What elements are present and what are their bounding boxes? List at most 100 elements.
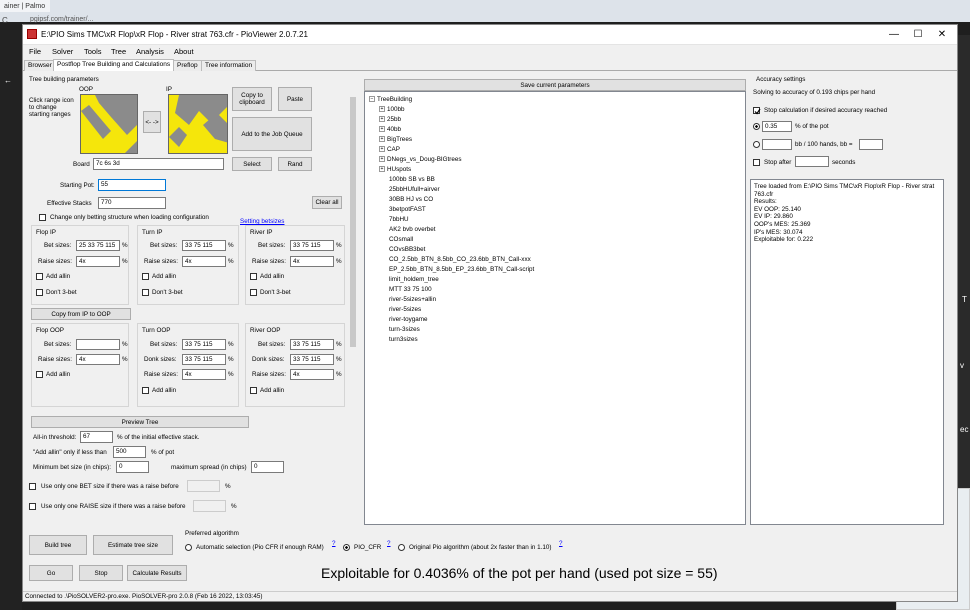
go-button[interactable]: Go <box>29 565 73 581</box>
menu-analysis[interactable]: Analysis <box>136 47 164 56</box>
tree-item[interactable]: 100bb SB vs BB <box>389 176 435 183</box>
stop-calc-checkbox[interactable] <box>753 107 761 115</box>
add-allin-checkbox[interactable] <box>250 387 257 394</box>
build-tree-button[interactable]: Build tree <box>29 535 87 555</box>
turn-oop-bet-input[interactable]: 33 75 115 <box>182 339 226 350</box>
bb-radio[interactable] <box>753 141 760 148</box>
turn-oop-raise-input[interactable]: 4x <box>182 369 226 380</box>
reload-icon[interactable]: C <box>2 16 8 25</box>
back-arrow-icon[interactable]: ← <box>4 76 12 85</box>
rand-board-button[interactable]: Rand <box>278 157 312 171</box>
browser-tab[interactable]: ainer | Palmo <box>0 0 50 12</box>
clear-all-button[interactable]: Clear all <box>312 196 342 209</box>
tree-item[interactable]: 25bbHUfull+airver <box>389 186 440 193</box>
one-raise-input[interactable] <box>193 500 226 512</box>
tree-item[interactable]: COsmall <box>389 236 413 243</box>
save-parameters-button[interactable]: Save current parameters <box>364 79 746 91</box>
oop-range-icon[interactable] <box>80 94 138 154</box>
add-allin-checkbox[interactable] <box>36 371 43 378</box>
tab-tree-information[interactable]: Tree information <box>201 60 257 71</box>
river-oop-bet-input[interactable]: 33 75 115 <box>290 339 334 350</box>
add-allin-checkbox[interactable] <box>250 273 257 280</box>
flop-oop-bet-input[interactable] <box>76 339 120 350</box>
one-raise-checkbox[interactable] <box>29 503 36 510</box>
bb-input[interactable] <box>762 139 792 150</box>
effective-stacks-input[interactable]: 770 <box>98 197 166 209</box>
turn-ip-bet-input[interactable]: 33 75 115 <box>182 240 226 251</box>
menu-tools[interactable]: Tools <box>84 47 102 56</box>
expand-icon[interactable]: + <box>379 116 385 123</box>
expand-icon[interactable]: + <box>379 136 385 143</box>
expand-icon[interactable]: + <box>379 156 385 163</box>
flop-ip-bet-input[interactable]: 25 33 75 115 <box>76 240 120 251</box>
algo-original-radio[interactable] <box>398 544 405 551</box>
tree-item[interactable]: river-toygame <box>389 316 428 323</box>
algo-auto-radio[interactable] <box>185 544 192 551</box>
expand-icon[interactable]: + <box>379 106 385 113</box>
one-bet-checkbox[interactable] <box>29 483 36 490</box>
dont-3bet-checkbox[interactable] <box>250 289 257 296</box>
dont-3bet-checkbox[interactable] <box>142 289 149 296</box>
menu-tree[interactable]: Tree <box>111 47 126 56</box>
add-allin-checkbox[interactable] <box>36 273 43 280</box>
tree-folder[interactable]: +25bb <box>379 116 401 123</box>
tree-item[interactable]: limit_holdem_tree <box>389 276 439 283</box>
tree-folder[interactable]: + BigTrees <box>379 136 412 143</box>
tree-root[interactable]: − TreeBuilding <box>369 96 412 103</box>
tree-item[interactable]: 3betpotFAST <box>389 206 426 213</box>
menu-solver[interactable]: Solver <box>52 47 73 56</box>
turn-ip-raise-input[interactable]: 4x <box>182 256 226 267</box>
algo-pio-cfr-radio[interactable] <box>343 544 350 551</box>
minimize-button[interactable]: — <box>883 27 905 43</box>
min-bet-input[interactable]: 0 <box>116 461 149 473</box>
add-job-queue-button[interactable]: Add to the Job Queue <box>232 117 312 151</box>
estimate-tree-size-button[interactable]: Estimate tree size <box>93 535 173 555</box>
tree-item[interactable]: CO_2.5bb_BTN_8.5bb_CO_23.6bb_BTN_Call-xx… <box>389 256 531 263</box>
river-oop-donk-input[interactable]: 33 75 115 <box>290 354 334 365</box>
tree-item[interactable]: AK2 bvb overbet <box>389 226 436 233</box>
help-link[interactable]: ? <box>559 540 563 547</box>
paste-button[interactable]: Paste <box>278 87 312 111</box>
select-board-button[interactable]: Select <box>232 157 272 171</box>
one-bet-input[interactable] <box>187 480 220 492</box>
close-button[interactable]: ✕ <box>931 27 953 43</box>
copy-ip-to-oop-button[interactable]: Copy from IP to OOP <box>31 308 131 320</box>
tab-browser[interactable]: Browser <box>24 60 56 71</box>
help-link[interactable]: ? <box>332 540 336 547</box>
stop-after-input[interactable] <box>795 156 829 167</box>
pct-pot-radio[interactable] <box>753 123 760 130</box>
maximize-button[interactable]: ☐ <box>907 27 929 43</box>
tree-folder[interactable]: + DNegs_vs_Doug-BIGtrees <box>379 156 462 163</box>
turn-oop-donk-input[interactable]: 33 75 115 <box>182 354 226 365</box>
tree-view[interactable]: − TreeBuilding +100bb +25bb +40bb + BigTre… <box>364 91 746 525</box>
stop-after-checkbox[interactable] <box>753 159 760 166</box>
menu-file[interactable]: File <box>29 47 41 56</box>
flop-oop-raise-input[interactable]: 4x <box>76 354 120 365</box>
tree-folder[interactable]: +40bb <box>379 126 401 133</box>
collapse-icon[interactable]: − <box>369 96 375 103</box>
dont-3bet-checkbox[interactable] <box>36 289 43 296</box>
setting-betsizes-link[interactable]: Setting betsizes <box>240 218 284 225</box>
tree-item[interactable]: 30BB HJ vs CO <box>389 196 433 203</box>
tree-folder[interactable]: + CAP <box>379 146 400 153</box>
river-oop-raise-input[interactable]: 4x <box>290 369 334 380</box>
expand-icon[interactable]: + <box>379 126 385 133</box>
calculate-results-button[interactable]: Calculate Results <box>127 565 187 581</box>
tree-item[interactable]: EP_2.5bb_BTN_8.5bb_EP_23.6bb_BTN_Call-sc… <box>389 266 534 273</box>
ip-range-icon[interactable] <box>168 94 228 154</box>
change-only-betting-checkbox[interactable] <box>39 214 46 221</box>
copy-clipboard-button[interactable]: Copy to clipboard <box>232 87 272 111</box>
allin-threshold-input[interactable]: 67 <box>80 431 113 443</box>
tab-postflop[interactable]: Postflop Tree Building and Calculations <box>53 59 175 71</box>
menu-about[interactable]: About <box>174 47 194 56</box>
river-ip-raise-input[interactable]: 4x <box>290 256 334 267</box>
tree-item[interactable]: COvsBB3bet <box>389 246 425 253</box>
stop-button[interactable]: Stop <box>79 565 123 581</box>
tree-item[interactable]: MTT 33 75 100 <box>389 286 432 293</box>
expand-icon[interactable]: + <box>379 166 385 173</box>
tree-item[interactable]: turn-3sizes <box>389 326 420 333</box>
add-allin-checkbox[interactable] <box>142 273 149 280</box>
tree-item[interactable]: 7bbHU <box>389 216 409 223</box>
max-spread-input[interactable]: 0 <box>251 461 284 473</box>
tab-preflop[interactable]: Preflop <box>173 60 202 71</box>
